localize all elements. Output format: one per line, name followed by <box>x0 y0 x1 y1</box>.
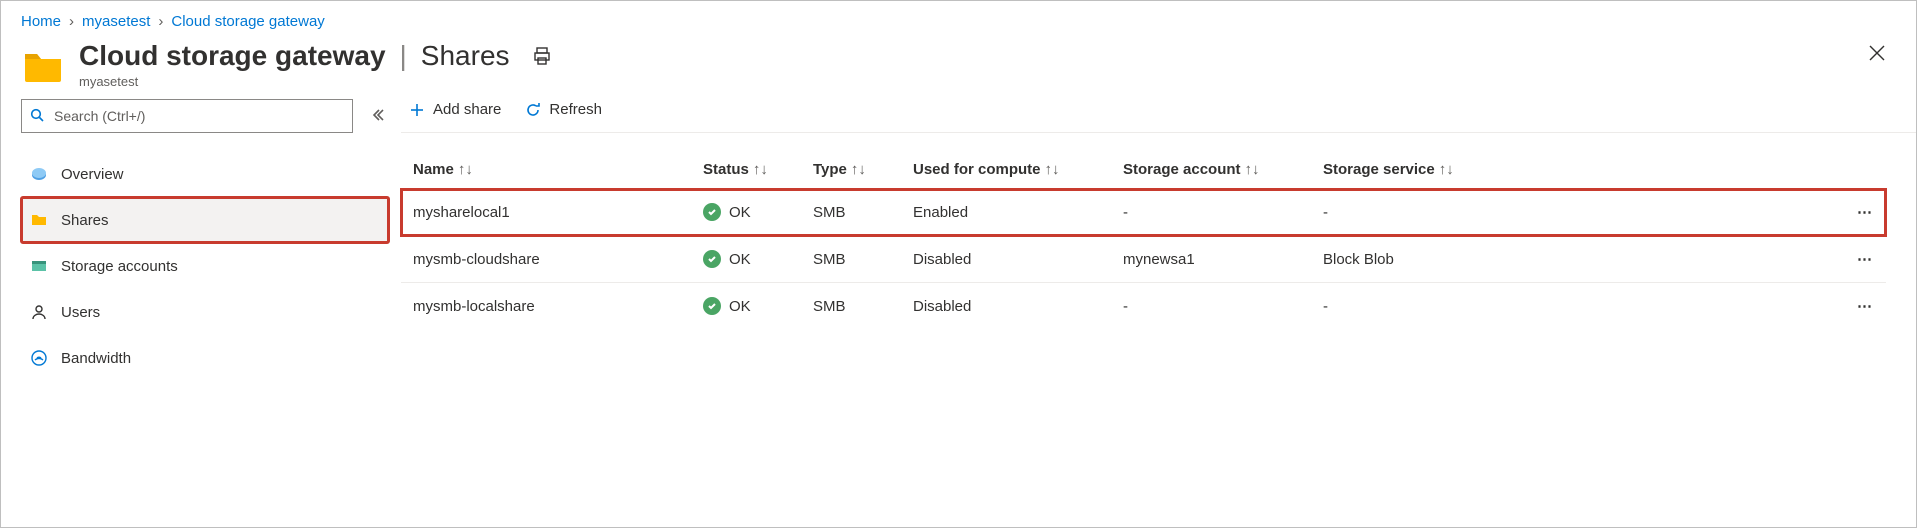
page-title: Cloud storage gateway <box>79 40 386 72</box>
cell-status: OK <box>691 236 801 283</box>
refresh-button[interactable]: Refresh <box>525 101 602 118</box>
row-actions-button[interactable]: ⋯ <box>1501 283 1886 330</box>
cell-type: SMB <box>801 283 901 330</box>
cell-type: SMB <box>801 236 901 283</box>
refresh-label: Refresh <box>549 101 602 118</box>
row-actions-button[interactable]: ⋯ <box>1501 236 1886 283</box>
table-row[interactable]: mysmb-localshare OK SMB Disabled - - ⋯ <box>401 283 1886 330</box>
storage-icon <box>29 256 49 276</box>
bandwidth-icon <box>29 348 49 368</box>
col-header-compute[interactable]: Used for compute↑↓ <box>901 151 1111 189</box>
page-subtitle: myasetest <box>79 74 510 89</box>
breadcrumb-link-blade[interactable]: Cloud storage gateway <box>171 13 324 30</box>
sidebar-item-users[interactable]: Users <box>21 289 389 335</box>
cell-service: - <box>1311 283 1501 330</box>
cell-account: - <box>1111 189 1311 236</box>
col-header-status[interactable]: Status↑↓ <box>691 151 801 189</box>
add-share-label: Add share <box>433 101 501 118</box>
breadcrumb: Home › myasetest › Cloud storage gateway <box>1 1 1916 40</box>
chevron-right-icon: › <box>158 13 163 30</box>
table-row[interactable]: mysharelocal1 OK SMB Enabled - - ⋯ <box>401 189 1886 236</box>
overview-icon <box>29 164 49 184</box>
sidebar-item-label: Bandwidth <box>61 350 131 367</box>
title-divider: | <box>400 40 407 72</box>
col-header-service[interactable]: Storage service↑↓ <box>1311 151 1501 189</box>
sidebar-item-bandwidth[interactable]: Bandwidth <box>21 335 389 381</box>
breadcrumb-link-home[interactable]: Home <box>21 13 61 30</box>
sidebar-item-storage-accounts[interactable]: Storage accounts <box>21 243 389 289</box>
cell-name: mysmb-localshare <box>401 283 691 330</box>
search-icon <box>30 108 44 125</box>
table-row[interactable]: mysmb-cloudshare OK SMB Disabled mynewsa… <box>401 236 1886 283</box>
sidebar-item-label: Overview <box>61 166 124 183</box>
cell-account: - <box>1111 283 1311 330</box>
close-button[interactable] <box>1868 44 1886 65</box>
cell-status: OK <box>691 283 801 330</box>
cell-service: Block Blob <box>1311 236 1501 283</box>
sidebar: Overview Shares Storage accounts Users B <box>1 99 401 381</box>
sidebar-item-shares[interactable]: Shares <box>21 197 389 243</box>
sidebar-item-overview[interactable]: Overview <box>21 151 389 197</box>
search-input[interactable] <box>52 107 344 125</box>
page-section-title: Shares <box>421 40 510 72</box>
breadcrumb-link-resource[interactable]: myasetest <box>82 13 150 30</box>
status-ok-icon <box>703 297 721 315</box>
cell-account: mynewsa1 <box>1111 236 1311 283</box>
collapse-sidebar-button[interactable] <box>367 104 389 129</box>
blade-header: Cloud storage gateway | Shares myasetest <box>1 40 1916 93</box>
cell-compute: Enabled <box>901 189 1111 236</box>
cell-name: mysmb-cloudshare <box>401 236 691 283</box>
chevron-right-icon: › <box>69 13 74 30</box>
cell-status: OK <box>691 189 801 236</box>
status-ok-icon <box>703 203 721 221</box>
sidebar-item-label: Storage accounts <box>61 258 178 275</box>
cell-type: SMB <box>801 189 901 236</box>
sidebar-item-label: Users <box>61 304 100 321</box>
row-actions-button[interactable]: ⋯ <box>1501 189 1886 236</box>
print-button[interactable] <box>532 46 552 69</box>
folder-icon <box>29 210 49 230</box>
cell-compute: Disabled <box>901 236 1111 283</box>
shares-table: Name↑↓ Status↑↓ Type↑↓ Used for compute↑… <box>401 151 1886 329</box>
status-ok-icon <box>703 250 721 268</box>
col-header-name[interactable]: Name↑↓ <box>401 151 691 189</box>
cell-compute: Disabled <box>901 283 1111 330</box>
cell-service: - <box>1311 189 1501 236</box>
col-header-type[interactable]: Type↑↓ <box>801 151 901 189</box>
main-content: Add share Refresh Name↑↓ Status↑↓ Type↑↓… <box>401 99 1916 381</box>
search-input-wrapper[interactable] <box>21 99 353 133</box>
user-icon <box>29 302 49 322</box>
folder-icon <box>21 44 65 88</box>
cell-name: mysharelocal1 <box>401 189 691 236</box>
add-share-button[interactable]: Add share <box>409 101 501 118</box>
col-header-account[interactable]: Storage account↑↓ <box>1111 151 1311 189</box>
command-bar: Add share Refresh <box>401 99 1916 133</box>
sidebar-item-label: Shares <box>61 212 109 229</box>
